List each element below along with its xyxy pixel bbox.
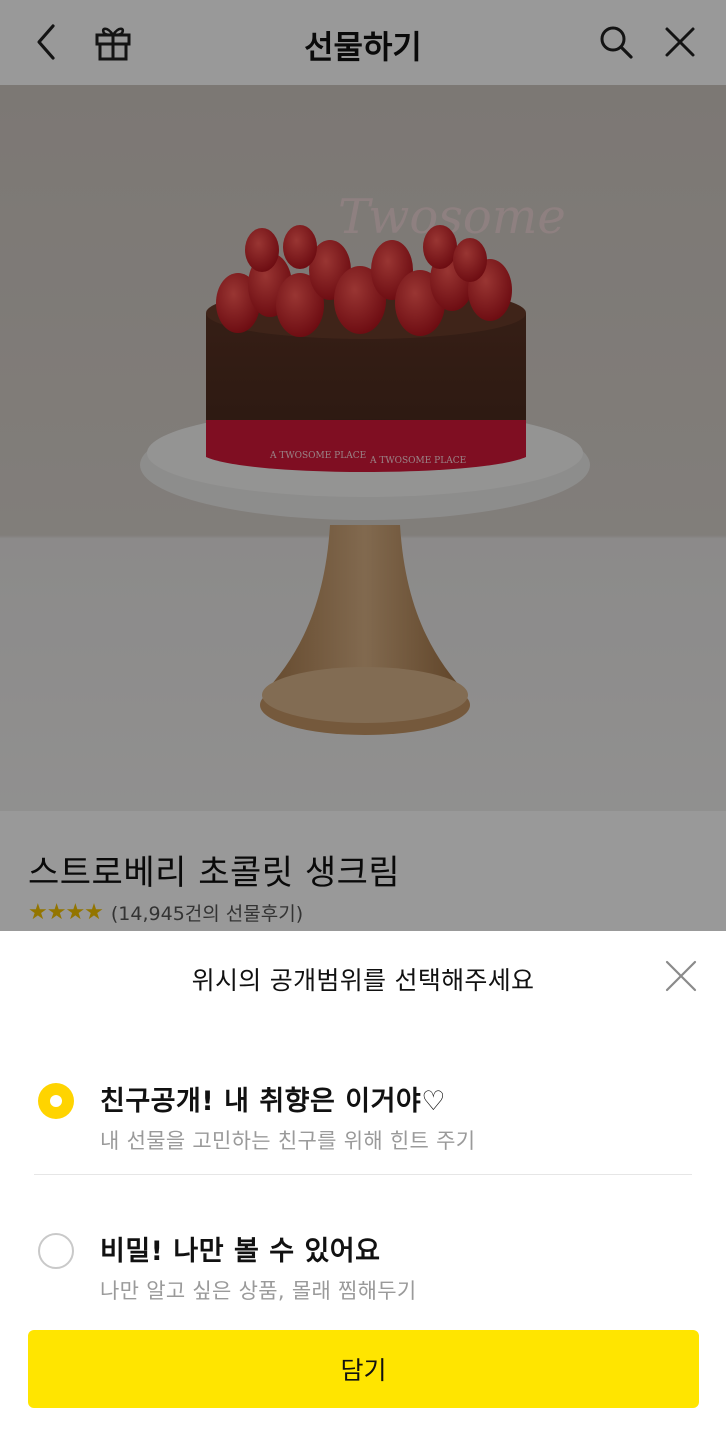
wish-visibility-sheet: 위시의 공개범위를 선택해주세요 친구공개! 내 취향은 이거야♡ 내 선물을 … — [0, 931, 726, 1438]
sheet-close-button[interactable] — [662, 957, 700, 995]
sheet-title: 위시의 공개범위를 선택해주세요 — [191, 966, 535, 995]
option-description: 나만 알고 싶은 상품, 몰래 찜해두기 — [100, 1279, 417, 1303]
option-friends-public[interactable]: 친구공개! 내 취향은 이거야♡ 내 선물을 고민하는 친구를 위해 힌트 주기 — [0, 1065, 726, 1185]
confirm-add-button[interactable]: 담기 — [28, 1330, 699, 1408]
option-secret[interactable]: 비밀! 나만 볼 수 있어요 나만 알고 싶은 상품, 몰래 찜해두기 — [0, 1215, 726, 1335]
option-description: 내 선물을 고민하는 친구를 위해 힌트 주기 — [100, 1129, 476, 1153]
close-icon — [665, 960, 697, 992]
divider — [34, 1174, 692, 1175]
option-title: 비밀! 나만 볼 수 있어요 — [100, 1236, 381, 1267]
option-title: 친구공개! 내 취향은 이거야♡ — [100, 1086, 446, 1117]
radio-unselected-icon[interactable] — [38, 1233, 74, 1269]
radio-selected-icon[interactable] — [38, 1083, 74, 1119]
